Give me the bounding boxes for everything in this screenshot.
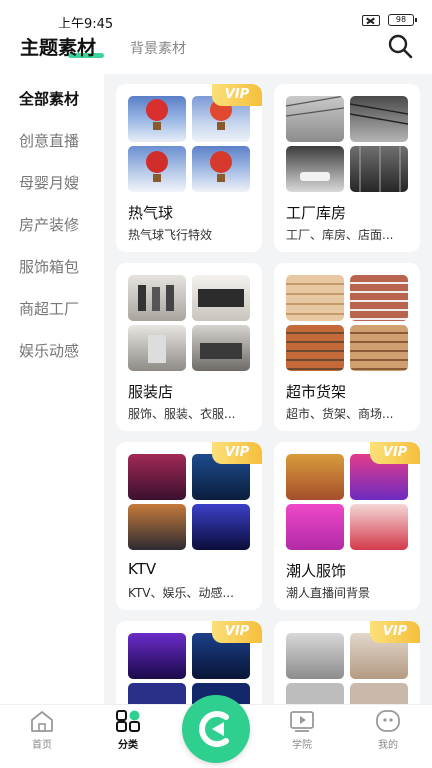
status-bar: 上午9:45 98	[0, 0, 432, 32]
nav-academy[interactable]: 学院	[272, 709, 332, 751]
search-icon[interactable]	[386, 32, 414, 60]
thumbnail	[350, 96, 408, 142]
thumbnail	[128, 683, 186, 704]
card-supermarket-shelves[interactable]: 超市货架 超市、货架、商场...	[274, 263, 420, 431]
sidebar-item-maternity[interactable]: 母婴月嫂	[19, 172, 79, 193]
card-subtitle: 热气球飞行特效	[128, 228, 213, 242]
thumbnail	[286, 146, 344, 192]
thumbnail	[128, 96, 186, 142]
sidebar-item-creative-live[interactable]: 创意直播	[19, 130, 79, 151]
create-icon	[199, 711, 229, 747]
nav-label: 首页	[32, 740, 52, 751]
card-trendy-fashion[interactable]: VIP 潮人服饰 潮人直播间背景	[274, 442, 420, 610]
bottom-nav: 首页 分类 学院 我的	[0, 695, 432, 768]
sidebar-item-all[interactable]: 全部素材	[19, 88, 79, 109]
thumbnail	[286, 633, 344, 679]
thumbnail	[192, 146, 250, 192]
thumbnail	[192, 275, 250, 321]
sidebar-item-entertainment[interactable]: 娱乐动感	[19, 340, 79, 361]
nav-label: 分类	[118, 740, 138, 751]
thumbnail	[128, 275, 186, 321]
card-partial-left[interactable]: VIP	[116, 621, 262, 704]
battery-icon: 98	[388, 14, 417, 26]
card-title: 服装店	[128, 383, 174, 401]
thumbnail	[128, 454, 186, 500]
thumbnail	[350, 325, 408, 371]
vip-badge: VIP	[370, 442, 420, 464]
card-title: 热气球	[128, 204, 174, 222]
tab-theme-materials[interactable]: 主题素材	[20, 33, 96, 60]
profile-icon	[375, 709, 401, 733]
sim-icon	[362, 14, 380, 26]
card-subtitle: 超市、货架、商场...	[286, 407, 394, 421]
thumbnail	[286, 504, 344, 550]
card-subtitle: 服饰、服装、衣服...	[128, 407, 236, 421]
header: 主题素材 背景素材	[0, 28, 432, 74]
card-ktv[interactable]: VIP KTV KTV、娱乐、动感...	[116, 442, 262, 610]
vip-badge: VIP	[212, 442, 262, 464]
card-title: 工厂库房	[286, 204, 347, 222]
card-title: KTV	[128, 560, 157, 578]
material-grid: VIP 热气球 热气球飞行特效 工厂库房 工厂、库房、店面... 服装店 服饰、…	[104, 74, 432, 704]
vip-badge: VIP	[212, 84, 262, 106]
card-subtitle: 工厂、库房、店面...	[286, 228, 394, 242]
thumbnail	[128, 325, 186, 371]
nav-label: 我的	[378, 740, 398, 751]
card-factory-warehouse[interactable]: 工厂库房 工厂、库房、店面...	[274, 84, 420, 252]
thumbnail	[128, 504, 186, 550]
category-icon	[115, 709, 141, 733]
thumbnail	[286, 275, 344, 321]
thumbnail	[350, 146, 408, 192]
sidebar-item-fashion-bags[interactable]: 服饰箱包	[19, 256, 79, 277]
home-icon	[29, 709, 55, 733]
create-button[interactable]	[182, 695, 250, 763]
card-title: 潮人服饰	[286, 562, 347, 580]
thumbnail	[192, 504, 250, 550]
sidebar-item-real-estate[interactable]: 房产装修	[19, 214, 79, 235]
card-hot-air-balloon[interactable]: VIP 热气球 热气球飞行特效	[116, 84, 262, 252]
thumbnail	[128, 146, 186, 192]
card-partial-right[interactable]: VIP	[274, 621, 420, 704]
card-title: 超市货架	[286, 383, 347, 401]
thumbnail	[350, 275, 408, 321]
nav-label: 学院	[292, 740, 312, 751]
card-clothing-store[interactable]: 服装店 服饰、服装、衣服...	[116, 263, 262, 431]
card-subtitle: 潮人直播间背景	[286, 586, 371, 600]
thumbnail	[350, 504, 408, 550]
category-sidebar: 全部素材 创意直播 母婴月嫂 房产装修 服饰箱包 商超工厂 娱乐动感	[0, 74, 104, 704]
nav-category[interactable]: 分类	[98, 709, 158, 751]
vip-badge: VIP	[370, 621, 420, 643]
tab-background-materials[interactable]: 背景素材	[130, 38, 186, 58]
nav-home[interactable]: 首页	[12, 709, 72, 751]
thumbnail	[128, 633, 186, 679]
video-icon	[289, 709, 315, 733]
status-icons: 98	[362, 14, 417, 26]
thumbnail	[192, 325, 250, 371]
thumbnail	[286, 96, 344, 142]
thumbnail	[286, 683, 344, 704]
sidebar-item-supermarket-factory[interactable]: 商超工厂	[19, 298, 79, 319]
vip-badge: VIP	[212, 621, 262, 643]
card-subtitle: KTV、娱乐、动感...	[128, 586, 234, 600]
thumbnail	[286, 454, 344, 500]
nav-profile[interactable]: 我的	[358, 709, 418, 751]
thumbnail	[350, 683, 408, 704]
thumbnail	[286, 325, 344, 371]
